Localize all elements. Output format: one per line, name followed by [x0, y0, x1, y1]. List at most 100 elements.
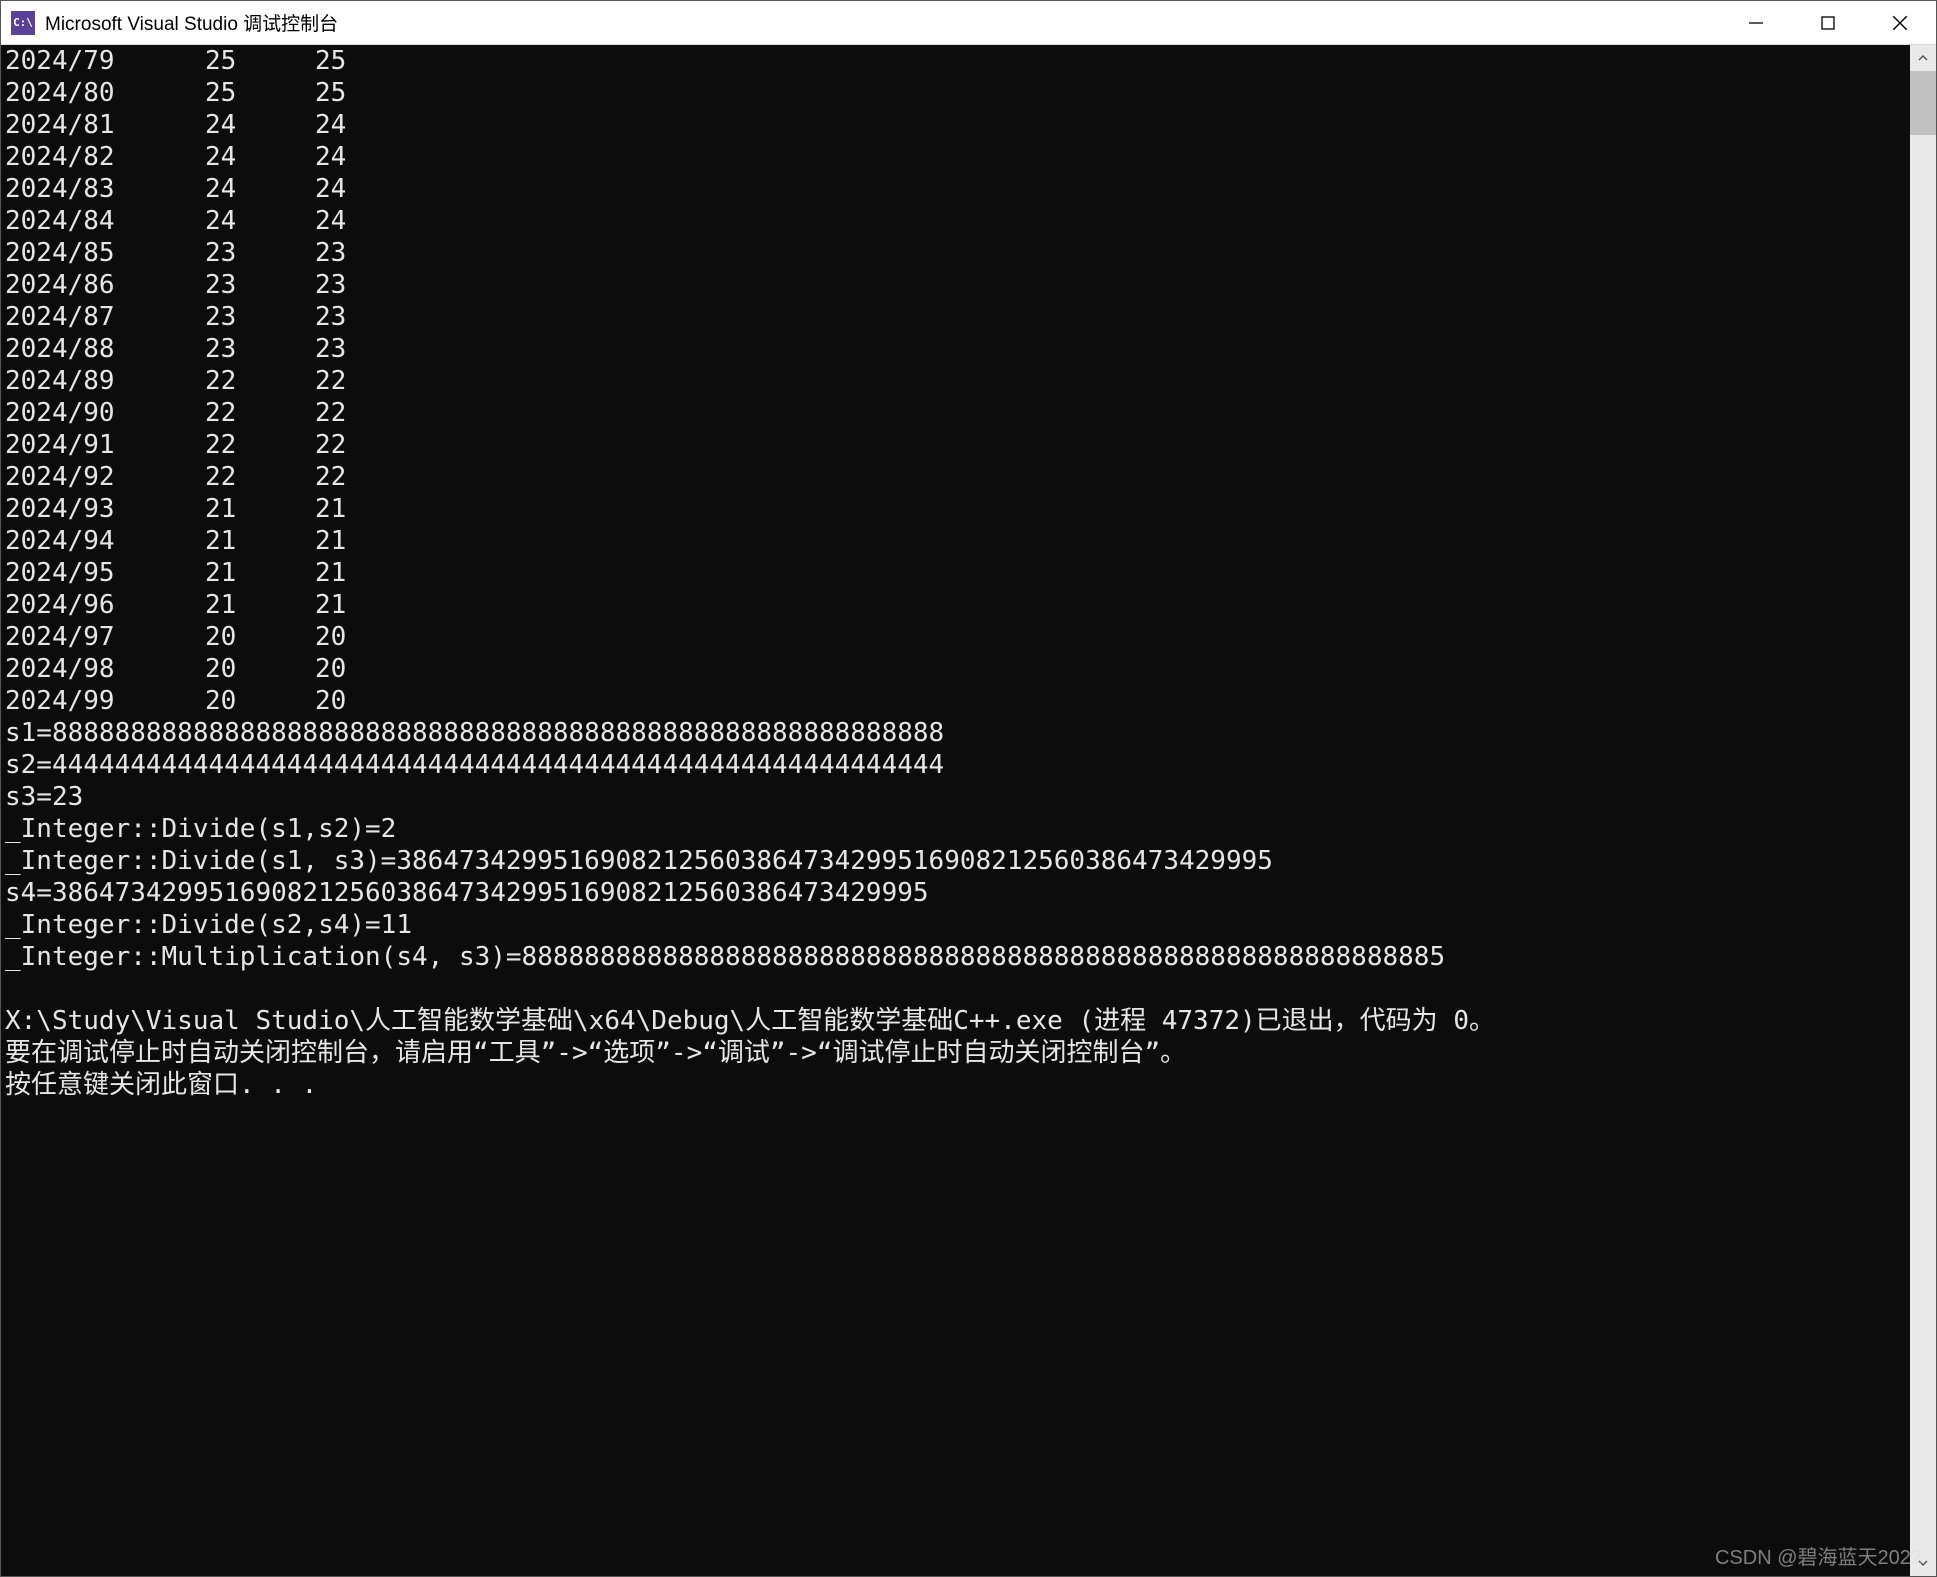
value-cell: 23 [315, 333, 385, 365]
close-icon [1891, 14, 1909, 32]
value-cell: 22 [205, 365, 315, 397]
value-cell: 21 [315, 557, 385, 589]
table-row: 2024/852323 [5, 237, 1906, 269]
close-button[interactable] [1864, 1, 1936, 45]
value-cell: 24 [315, 141, 385, 173]
date-cell: 2024/99 [5, 685, 205, 717]
value-cell: 21 [315, 525, 385, 557]
value-cell: 21 [205, 493, 315, 525]
line-mul: _Integer::Multiplication(s4, s3)=8888888… [5, 942, 1445, 972]
value-cell: 22 [315, 429, 385, 461]
title-bar[interactable]: C:\ Microsoft Visual Studio 调试控制台 [1, 1, 1936, 45]
table-row: 2024/862323 [5, 269, 1906, 301]
table-row: 2024/952121 [5, 557, 1906, 589]
table-row: 2024/902222 [5, 397, 1906, 429]
maximize-icon [1820, 15, 1836, 31]
line-hint: 要在调试停止时自动关闭控制台，请启用“工具”->“选项”->“调试”->“调试停… [5, 1038, 1186, 1068]
table-row: 2024/942121 [5, 525, 1906, 557]
value-cell: 21 [205, 525, 315, 557]
table-row: 2024/802525 [5, 77, 1906, 109]
value-cell: 25 [315, 45, 385, 77]
value-cell: 21 [205, 589, 315, 621]
value-cell: 20 [315, 685, 385, 717]
value-cell: 24 [205, 109, 315, 141]
value-cell: 22 [315, 461, 385, 493]
minimize-icon [1748, 15, 1764, 31]
line-div3: _Integer::Divide(s2,s4)=11 [5, 910, 412, 940]
value-cell: 22 [315, 365, 385, 397]
value-cell: 20 [315, 653, 385, 685]
line-s2: s2=4444444444444444444444444444444444444… [5, 750, 944, 780]
date-cell: 2024/80 [5, 77, 205, 109]
value-cell: 23 [315, 237, 385, 269]
date-cell: 2024/83 [5, 173, 205, 205]
console-area: 2024/7925252024/8025252024/8124242024/82… [1, 45, 1936, 1576]
vertical-scrollbar[interactable] [1910, 45, 1936, 1576]
value-cell: 23 [315, 301, 385, 333]
date-cell: 2024/84 [5, 205, 205, 237]
line-div1: _Integer::Divide(s1,s2)=2 [5, 814, 396, 844]
minimize-button[interactable] [1720, 1, 1792, 45]
table-row: 2024/882323 [5, 333, 1906, 365]
value-cell: 23 [315, 269, 385, 301]
value-cell: 20 [205, 653, 315, 685]
value-cell: 24 [315, 173, 385, 205]
date-cell: 2024/90 [5, 397, 205, 429]
value-cell: 22 [205, 397, 315, 429]
table-row: 2024/912222 [5, 429, 1906, 461]
date-cell: 2024/85 [5, 237, 205, 269]
table-row: 2024/832424 [5, 173, 1906, 205]
table-row: 2024/992020 [5, 685, 1906, 717]
value-cell: 25 [205, 77, 315, 109]
table-row: 2024/982020 [5, 653, 1906, 685]
date-cell: 2024/86 [5, 269, 205, 301]
scrollbar-thumb[interactable] [1910, 71, 1936, 135]
date-cell: 2024/95 [5, 557, 205, 589]
date-cell: 2024/89 [5, 365, 205, 397]
window-title: Microsoft Visual Studio 调试控制台 [45, 9, 338, 36]
value-cell: 24 [205, 141, 315, 173]
date-cell: 2024/88 [5, 333, 205, 365]
value-cell: 24 [205, 205, 315, 237]
value-cell: 23 [205, 269, 315, 301]
date-cell: 2024/97 [5, 621, 205, 653]
app-icon: C:\ [11, 11, 35, 35]
value-cell: 21 [315, 589, 385, 621]
value-cell: 20 [205, 621, 315, 653]
date-cell: 2024/92 [5, 461, 205, 493]
table-row: 2024/812424 [5, 109, 1906, 141]
value-cell: 21 [315, 493, 385, 525]
watermark: CSDN @碧海蓝天2022 [1715, 1541, 1922, 1570]
value-cell: 22 [205, 429, 315, 461]
date-cell: 2024/93 [5, 493, 205, 525]
table-row: 2024/922222 [5, 461, 1906, 493]
table-row: 2024/962121 [5, 589, 1906, 621]
value-cell: 23 [205, 301, 315, 333]
app-window: C:\ Microsoft Visual Studio 调试控制台 2024/7… [0, 0, 1937, 1577]
console-output[interactable]: 2024/7925252024/8025252024/8124242024/82… [1, 45, 1910, 1576]
maximize-button[interactable] [1792, 1, 1864, 45]
value-cell: 24 [315, 109, 385, 141]
value-cell: 21 [205, 557, 315, 589]
table-row: 2024/872323 [5, 301, 1906, 333]
table-row: 2024/792525 [5, 45, 1906, 77]
date-cell: 2024/94 [5, 525, 205, 557]
table-row: 2024/892222 [5, 365, 1906, 397]
table-row: 2024/842424 [5, 205, 1906, 237]
scroll-up-button[interactable] [1910, 45, 1936, 71]
value-cell: 25 [205, 45, 315, 77]
date-cell: 2024/87 [5, 301, 205, 333]
table-row: 2024/972020 [5, 621, 1906, 653]
line-exit: X:\Study\Visual Studio\人工智能数学基础\x64\Debu… [5, 1006, 1495, 1036]
value-cell: 24 [205, 173, 315, 205]
value-cell: 23 [205, 237, 315, 269]
line-press: 按任意键关闭此窗口. . . [5, 1070, 317, 1100]
table-row: 2024/822424 [5, 141, 1906, 173]
date-cell: 2024/81 [5, 109, 205, 141]
value-cell: 25 [315, 77, 385, 109]
value-cell: 24 [315, 205, 385, 237]
value-cell: 23 [205, 333, 315, 365]
line-s3: s3=23 [5, 782, 83, 812]
line-s4: s4=3864734299516908212560386473429951690… [5, 878, 929, 908]
date-cell: 2024/79 [5, 45, 205, 77]
